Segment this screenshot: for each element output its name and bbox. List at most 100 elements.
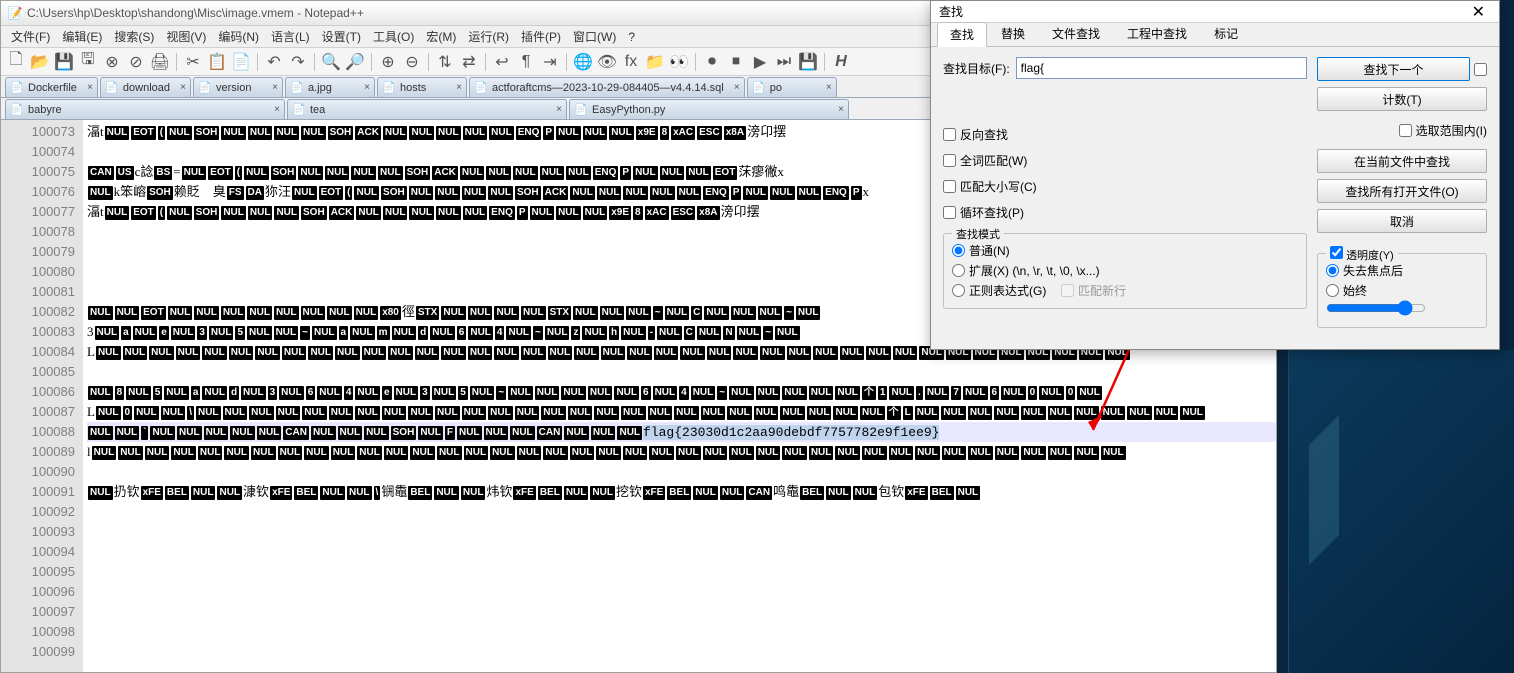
sync-h-icon[interactable]: ⇄ xyxy=(458,51,480,73)
menu-file[interactable]: 文件(F) xyxy=(5,28,56,45)
chk-wrap[interactable] xyxy=(943,206,956,219)
find-close-icon[interactable]: ✕ xyxy=(1466,2,1491,22)
rad-always[interactable] xyxy=(1326,284,1339,297)
line-number: 100082 xyxy=(1,302,75,322)
eye-icon[interactable]: 👁 xyxy=(596,51,618,73)
file-tab[interactable]: hosts× xyxy=(377,77,467,97)
trans-slider[interactable] xyxy=(1326,300,1426,316)
chk-findnext-wrap[interactable] xyxy=(1474,63,1487,76)
tab-close-icon[interactable]: × xyxy=(456,82,462,93)
menu-run[interactable]: 运行(R) xyxy=(462,28,515,45)
play-icon[interactable]: ▶ xyxy=(749,51,771,73)
playmulti-icon[interactable]: ⏭ xyxy=(773,51,795,73)
rad-normal[interactable] xyxy=(952,244,965,257)
find-target-input[interactable] xyxy=(1016,57,1307,79)
chk-wholeword[interactable] xyxy=(943,154,956,167)
folder-icon[interactable]: 📁 xyxy=(644,51,666,73)
line-number: 100092 xyxy=(1,502,75,522)
chk-trans[interactable] xyxy=(1330,246,1343,259)
tab-close-icon[interactable]: × xyxy=(364,82,370,93)
cut-icon[interactable]: ✂ xyxy=(182,51,204,73)
print-icon[interactable]: 🖨 xyxy=(149,51,171,73)
chk-newline xyxy=(1061,284,1074,297)
file-tab[interactable]: tea× xyxy=(287,99,567,119)
file-tab[interactable]: actforaftcms—2023-10-29-084405—v4.4.14.s… xyxy=(469,77,745,97)
monitor-icon[interactable]: 👀 xyxy=(668,51,690,73)
open-icon[interactable]: 📂 xyxy=(29,51,51,73)
rec-icon[interactable]: ⏺ xyxy=(701,51,723,73)
editor-line xyxy=(87,542,1276,562)
lang-icon[interactable]: 🌐 xyxy=(572,51,594,73)
menu-window[interactable]: 窗口(W) xyxy=(567,28,622,45)
tab-close-icon[interactable]: × xyxy=(838,104,844,115)
close-icon[interactable]: ⊗ xyxy=(101,51,123,73)
tab-close-icon[interactable]: × xyxy=(180,82,186,93)
menu-view[interactable]: 视图(V) xyxy=(160,28,212,45)
chk-case[interactable] xyxy=(943,180,956,193)
file-tab[interactable]: a.jpg× xyxy=(285,77,375,97)
menu-tools[interactable]: 工具(O) xyxy=(367,28,420,45)
menu-language[interactable]: 语言(L) xyxy=(265,28,316,45)
rad-lostfocus[interactable] xyxy=(1326,264,1339,277)
file-tab[interactable]: download× xyxy=(100,77,191,97)
func-icon[interactable]: fx xyxy=(620,51,642,73)
redo-icon[interactable]: ↷ xyxy=(287,51,309,73)
bold-icon[interactable]: H xyxy=(830,51,852,73)
btn-find-next[interactable]: 查找下一个 xyxy=(1317,57,1470,81)
tab-close-icon[interactable]: × xyxy=(826,82,832,93)
menu-macro[interactable]: 宏(M) xyxy=(420,28,462,45)
find-tab-proj[interactable]: 工程中查找 xyxy=(1114,21,1200,46)
file-tab[interactable]: Dockerfile× xyxy=(5,77,98,97)
file-tab[interactable]: po× xyxy=(747,77,837,97)
find-tab-replace[interactable]: 替换 xyxy=(988,21,1038,46)
chk-selscope[interactable] xyxy=(1399,124,1412,137)
file-tab[interactable]: EasyPython.py× xyxy=(569,99,849,119)
menu-help[interactable]: ? xyxy=(622,30,641,44)
tab-close-icon[interactable]: × xyxy=(87,82,93,93)
menu-encoding[interactable]: 编码(N) xyxy=(212,28,265,45)
flag-match: flag{23030d1c2aa90debdf7757782e9f1ee9} xyxy=(643,425,939,440)
zoomin-icon[interactable]: ⊕ xyxy=(377,51,399,73)
copy-icon[interactable]: 📋 xyxy=(206,51,228,73)
replace-icon[interactable]: 🔎 xyxy=(344,51,366,73)
savemacro-icon[interactable]: 💾 xyxy=(797,51,819,73)
zoomout-icon[interactable]: ⊖ xyxy=(401,51,423,73)
btn-cancel[interactable]: 取消 xyxy=(1317,209,1487,233)
allchars-icon[interactable]: ¶ xyxy=(515,51,537,73)
file-tab[interactable]: babyre× xyxy=(5,99,285,119)
rad-ext[interactable] xyxy=(952,264,965,277)
find-icon[interactable]: 🔍 xyxy=(320,51,342,73)
line-number: 100088 xyxy=(1,422,75,442)
editor-line: NULNUL`NULNULNULNULNULCANNULNULNULSOHNUL… xyxy=(87,422,1276,442)
tab-close-icon[interactable]: × xyxy=(274,104,280,115)
indent-icon[interactable]: ⇥ xyxy=(539,51,561,73)
tab-close-icon[interactable]: × xyxy=(272,82,278,93)
rad-regex[interactable] xyxy=(952,284,965,297)
menu-settings[interactable]: 设置(T) xyxy=(316,28,367,45)
find-tab-find[interactable]: 查找 xyxy=(937,22,987,47)
editor-line: NUL8NUL5NULaNULdNUL3NUL6NUL4NULeNUL3NUL5… xyxy=(87,382,1276,402)
undo-icon[interactable]: ↶ xyxy=(263,51,285,73)
menu-plugins[interactable]: 插件(P) xyxy=(515,28,567,45)
wrap-icon[interactable]: ↩ xyxy=(491,51,513,73)
chk-reverse[interactable] xyxy=(943,128,956,141)
menu-edit[interactable]: 编辑(E) xyxy=(56,28,108,45)
btn-count[interactable]: 计数(T) xyxy=(1317,87,1487,111)
editor-line: lNULNULNULNULNULNULNULNULNULNULNULNULNUL… xyxy=(87,442,1276,462)
tab-close-icon[interactable]: × xyxy=(556,104,562,115)
saveall-icon[interactable]: 🖫 xyxy=(77,51,99,73)
tab-close-icon[interactable]: × xyxy=(734,82,740,93)
find-tab-mark[interactable]: 标记 xyxy=(1201,21,1251,46)
menu-search[interactable]: 搜索(S) xyxy=(108,28,160,45)
file-tab[interactable]: version× xyxy=(193,77,283,97)
closeall-icon[interactable]: ⊘ xyxy=(125,51,147,73)
new-icon[interactable]: 🗋 xyxy=(5,51,27,73)
find-tab-files[interactable]: 文件查找 xyxy=(1039,21,1113,46)
sync-v-icon[interactable]: ⇅ xyxy=(434,51,456,73)
line-number: 100077 xyxy=(1,202,75,222)
paste-icon[interactable]: 📄 xyxy=(230,51,252,73)
stop-icon[interactable]: ⏹ xyxy=(725,51,747,73)
btn-all-open[interactable]: 查找所有打开文件(O) xyxy=(1317,179,1487,203)
save-icon[interactable]: 💾 xyxy=(53,51,75,73)
btn-all-current[interactable]: 在当前文件中查找 xyxy=(1317,149,1487,173)
